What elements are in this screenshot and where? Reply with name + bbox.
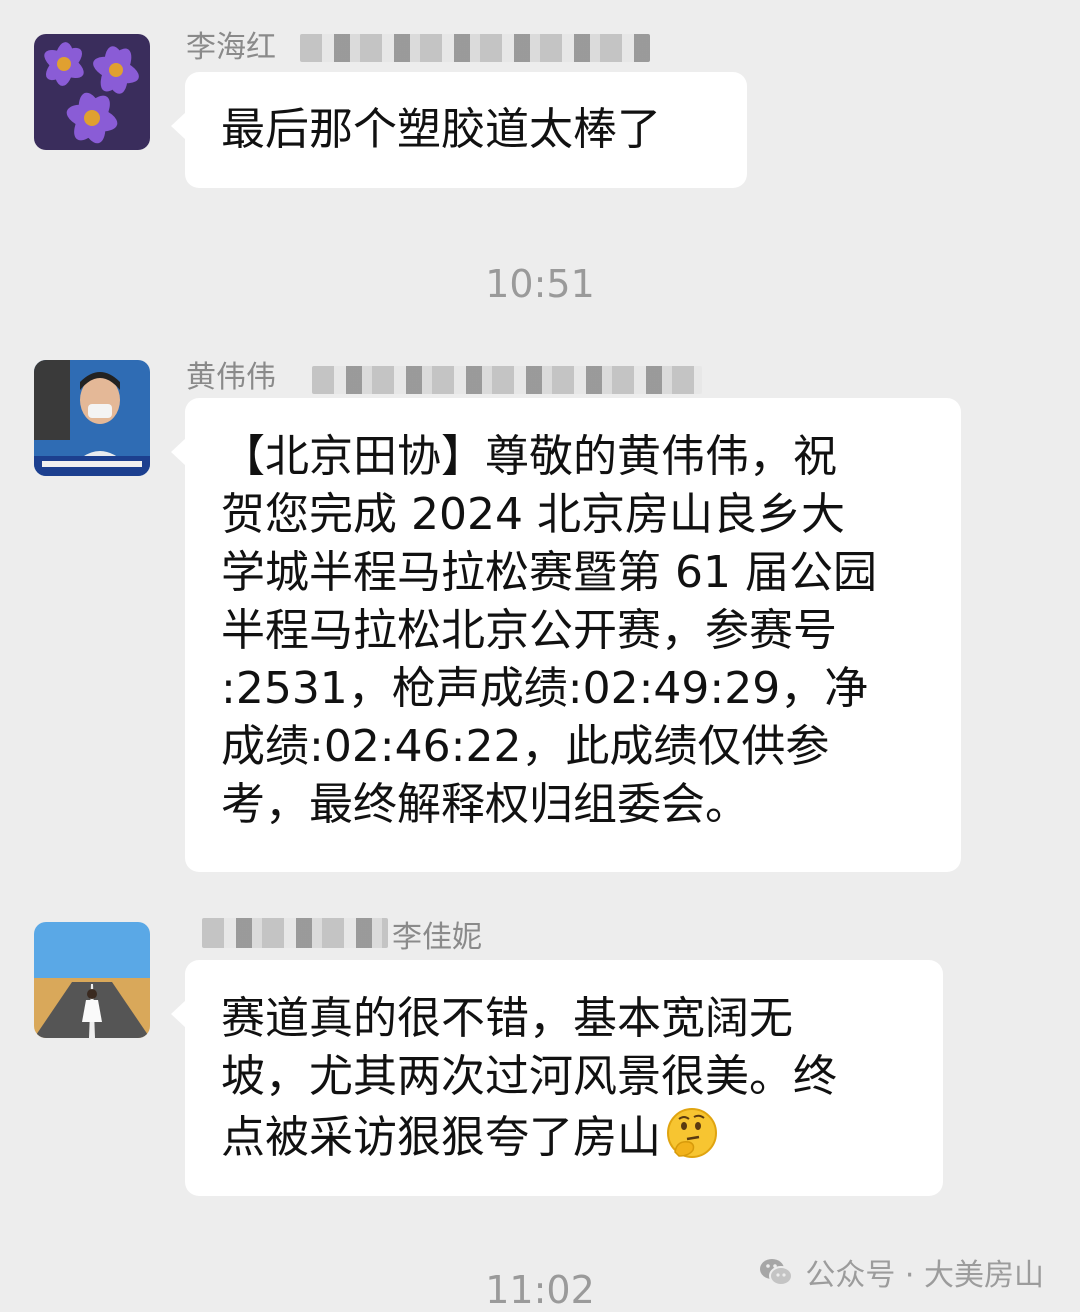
message-text-line: 贺您完成 2024 北京房山良乡大 <box>221 489 845 540</box>
message-text-line: 考，最终解释权归组委会。 <box>221 779 749 830</box>
message-text-line: :2531，枪声成绩:02:49:29，净 <box>221 663 869 714</box>
thinking-face-emoji-icon <box>667 1108 717 1158</box>
redacted-nickname <box>202 918 388 948</box>
sender-name: 李佳妮 <box>392 920 482 955</box>
avatar[interactable] <box>34 360 150 476</box>
avatar-road-image <box>34 922 150 1038</box>
message-text-line: 最后那个塑胶道太棒了 <box>221 104 661 155</box>
message-bubble[interactable]: 赛道真的很不错，基本宽阔无 坡，尤其两次过河风景很美。终 点被采访狠狠夸了房山 <box>171 960 943 1196</box>
message-timestamp: 11:02 <box>485 1268 595 1312</box>
sender-name: 李海红 <box>186 30 276 65</box>
message-text-line: 学城半程马拉松赛暨第 61 届公园 <box>221 547 877 598</box>
message-text-line: 成绩:02:46:22，此成绩仅供参 <box>221 721 830 772</box>
avatar[interactable] <box>34 922 150 1038</box>
sender-name: 黄伟伟 <box>186 360 276 395</box>
avatar-person-image <box>34 360 150 476</box>
message-text-line: 【北京田协】尊敬的黄伟伟，祝 <box>221 431 837 482</box>
avatar-flowers-image <box>34 34 150 150</box>
message-bubble[interactable]: 【北京田协】尊敬的黄伟伟，祝 贺您完成 2024 北京房山良乡大 学城半程马拉松… <box>171 398 961 872</box>
message-bubble[interactable]: 最后那个塑胶道太棒了 <box>171 72 747 188</box>
avatar[interactable] <box>34 34 150 150</box>
message-text-line: 半程马拉松北京公开赛，参赛号 <box>221 605 837 656</box>
redacted-nickname <box>300 34 650 62</box>
message-timestamp: 10:51 <box>485 262 595 306</box>
redacted-nickname <box>312 366 702 394</box>
message-text-line: 坡，尤其两次过河风景很美。终 <box>221 1051 837 1102</box>
message-text-line: 点被采访狠狠夸了房山 <box>221 1106 907 1167</box>
message-text-line: 赛道真的很不错，基本宽阔无 <box>221 993 793 1044</box>
message-text-segment: 点被采访狠狠夸了房山 <box>221 1112 661 1163</box>
